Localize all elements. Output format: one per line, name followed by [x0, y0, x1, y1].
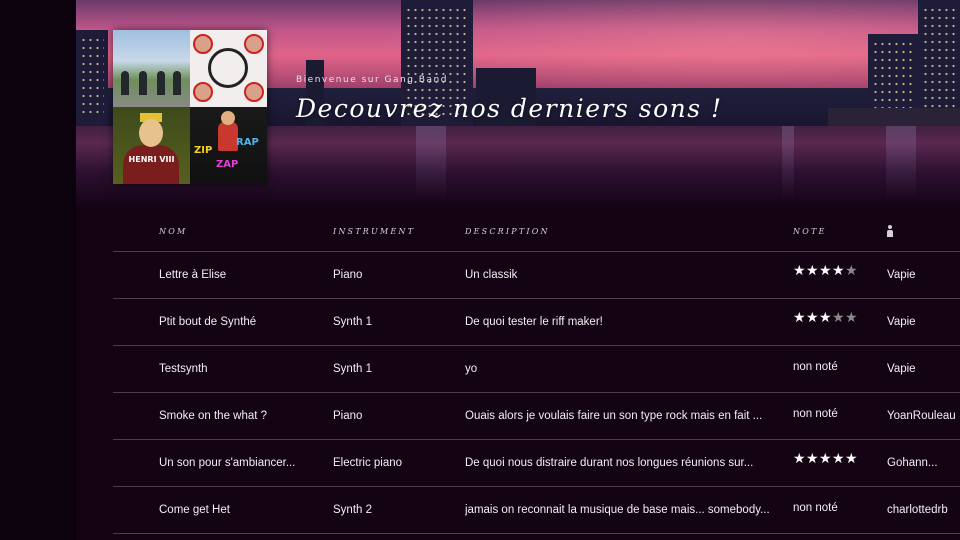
table-row[interactable]: Ptit bout de Synthé Synth 1 De quoi tester…: [113, 299, 960, 346]
welcome-text: Bienvenue sur Gang Band: [296, 75, 448, 85]
table-row[interactable]: Come get Het Synth 2 jamais on reconnait l…: [113, 487, 960, 534]
building: [76, 30, 108, 128]
sound-instrument: Synth 1: [333, 316, 372, 328]
star-icon[interactable]: ★: [845, 452, 858, 466]
zip-zap-rap-cover: ZIP RAP ZAP: [190, 107, 267, 184]
column-header-note[interactable]: NOTE: [793, 227, 827, 236]
table-row[interactable]: Un son pour s'ambiancer... Electric piano…: [113, 440, 960, 487]
sound-instrument: Piano: [333, 410, 363, 422]
column-header-instrument[interactable]: INSTRUMENT: [333, 227, 415, 236]
star-icon[interactable]: ★: [832, 311, 845, 325]
sound-author: Vapie: [887, 316, 916, 328]
zip-label: ZIP: [194, 145, 213, 156]
table-body: Lettre à Elise Piano Un classik ★ ★ ★ ★ ★ Vapie P…: [113, 252, 960, 534]
sidebar: [0, 0, 77, 540]
page-title: Decouvrez nos derniers sons !: [296, 94, 723, 123]
sound-name: Ptit bout de Synthé: [159, 316, 257, 328]
sound-author: YoanRouleau: [887, 410, 956, 422]
sound-description: Un classik: [465, 269, 518, 281]
person-icon: [887, 225, 893, 237]
table-header: NOM INSTRUMENT DESCRIPTION NOTE: [113, 212, 960, 252]
star-icon[interactable]: ★: [793, 264, 806, 278]
star-icon[interactable]: ★: [819, 311, 832, 325]
abbey-road-cover: [113, 30, 190, 107]
sound-description: yo: [465, 363, 478, 375]
sound-name: Smoke on the what ?: [159, 410, 268, 422]
sound-name: Come get Het: [159, 504, 230, 516]
rating-text: non noté: [793, 408, 838, 420]
zap-label: ZAP: [216, 159, 239, 170]
rating-stars[interactable]: ★ ★ ★ ★ ★: [793, 264, 858, 278]
sound-author: Vapie: [887, 269, 916, 281]
star-icon[interactable]: ★: [806, 452, 819, 466]
rating-stars[interactable]: ★ ★ ★ ★ ★: [793, 452, 858, 466]
table-row[interactable]: Lettre à Elise Piano Un classik ★ ★ ★ ★ ★ Vapie: [113, 252, 960, 299]
star-icon[interactable]: ★: [832, 264, 845, 278]
sound-name: Lettre à Elise: [159, 269, 227, 281]
star-icon[interactable]: ★: [806, 264, 819, 278]
rating-text: non noté: [793, 361, 838, 373]
star-icon[interactable]: ★: [832, 452, 845, 466]
star-icon[interactable]: ★: [793, 311, 806, 325]
sounds-table: NOM INSTRUMENT DESCRIPTION NOTE Lettre à…: [113, 212, 960, 534]
star-icon[interactable]: ★: [806, 311, 819, 325]
star-icon[interactable]: ★: [845, 264, 858, 278]
sound-description: Ouais alors je voulais faire un son type…: [465, 410, 763, 422]
sound-instrument: Synth 1: [333, 363, 372, 375]
henri-viii-label: HENRI VIII: [128, 155, 175, 164]
column-header-description[interactable]: DESCRIPTION: [465, 227, 550, 236]
sound-instrument: Electric piano: [333, 457, 403, 469]
sound-name: Testsynth: [159, 363, 208, 375]
table-row[interactable]: Testsynth Synth 1 yo non noté Vapie: [113, 346, 960, 393]
table-row[interactable]: Smoke on the what ? Piano Ouais alors je v…: [113, 393, 960, 440]
rating-stars[interactable]: ★ ★ ★ ★ ★: [793, 311, 858, 325]
sound-instrument: Synth 2: [333, 504, 372, 516]
sound-description: jamais on reconnait la musique de base m…: [465, 504, 770, 516]
album-cover-mosaic: HENRI VIII ZIP RAP ZAP: [113, 30, 267, 184]
sound-name: Un son pour s'ambiancer...: [159, 457, 296, 469]
hero-banner: HENRI VIII ZIP RAP ZAP Bienvenue sur Gan…: [76, 0, 960, 210]
rating-text: non noté: [793, 502, 838, 514]
sound-description: De quoi nous distraire durant nos longue…: [465, 457, 754, 469]
rap-label: RAP: [236, 137, 259, 148]
sound-description: De quoi tester le riff maker!: [465, 316, 603, 328]
star-icon[interactable]: ★: [819, 452, 832, 466]
sound-author: charlottedrb: [887, 504, 948, 516]
chili-peppers-cover: [190, 30, 267, 107]
main-content: HENRI VIII ZIP RAP ZAP Bienvenue sur Gan…: [76, 0, 960, 540]
column-header-name[interactable]: NOM: [159, 227, 187, 236]
star-icon[interactable]: ★: [819, 264, 832, 278]
star-icon[interactable]: ★: [793, 452, 806, 466]
star-icon[interactable]: ★: [845, 311, 858, 325]
sound-author: Gohann...: [887, 457, 938, 469]
sound-author: Vapie: [887, 363, 916, 375]
henri-viii-cover: HENRI VIII: [113, 107, 190, 184]
sound-instrument: Piano: [333, 269, 363, 281]
